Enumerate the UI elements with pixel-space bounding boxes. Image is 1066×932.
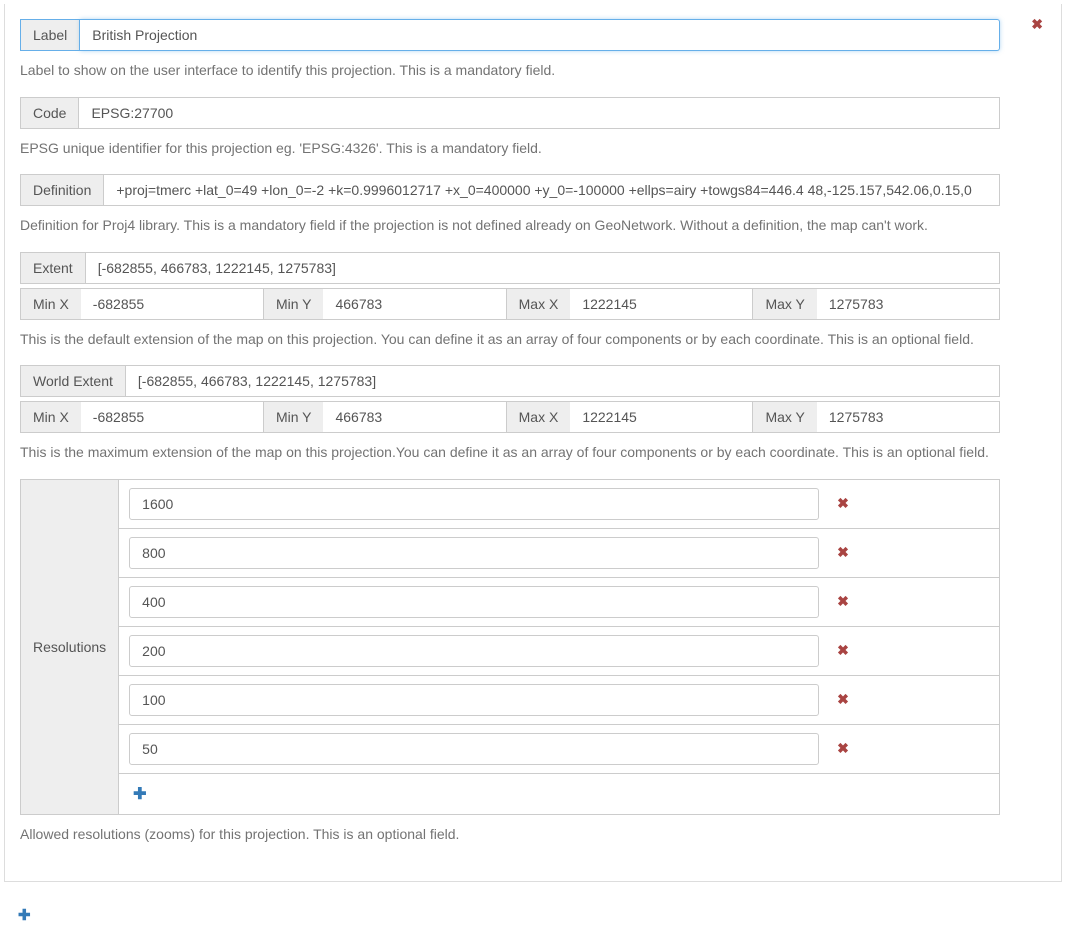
add-resolution-row: ✚ [119, 774, 919, 814]
resolution-row: ✖ [119, 676, 999, 725]
extent-minx-addon: Min X [20, 288, 81, 320]
world-extent-addon: World Extent [20, 365, 126, 397]
resolutions-help: Allowed resolutions (zooms) for this pro… [20, 825, 1000, 845]
remove-resolution-button[interactable]: ✖ [837, 495, 849, 512]
resolutions-addon: Resolutions [21, 480, 119, 814]
extent-maxy-addon: Max Y [753, 288, 816, 320]
resolution-row: ✖ [119, 578, 999, 627]
resolutions-rows: ✖ ✖ ✖ ✖ ✖ ✖ ✚ [119, 480, 999, 814]
extent-help: This is the default extension of the map… [20, 330, 1000, 350]
world-extent-miny-addon: Min Y [264, 401, 324, 433]
extent-group: Extent [20, 252, 1000, 284]
world-extent-maxy-input[interactable] [817, 401, 1000, 433]
add-projection-button[interactable]: ✚ [18, 907, 31, 924]
projection-panel: ✖ Label Label to show on the user interf… [4, 4, 1062, 882]
world-extent-minx-input[interactable] [81, 401, 264, 433]
remove-resolution-button[interactable]: ✖ [837, 593, 849, 610]
extent-maxy-input[interactable] [817, 288, 1000, 320]
code-addon: Code [20, 97, 79, 129]
extent-coords: Min X Min Y Max X Max Y [20, 288, 1000, 320]
world-extent-coords: Min X Min Y Max X Max Y [20, 401, 1000, 433]
remove-resolution-button[interactable]: ✖ [837, 642, 849, 659]
definition-addon: Definition [20, 174, 104, 206]
resolution-input[interactable] [129, 586, 819, 618]
world-extent-minx-addon: Min X [20, 401, 81, 433]
remove-projection-button[interactable]: ✖ [1031, 16, 1043, 33]
add-resolution-button[interactable]: ✚ [133, 784, 146, 804]
remove-resolution-button[interactable]: ✖ [837, 544, 849, 561]
extent-array-input[interactable] [86, 252, 1000, 284]
label-group: Label [20, 19, 1000, 51]
resolution-row: ✖ [119, 480, 999, 529]
extent-miny-input[interactable] [323, 288, 506, 320]
resolution-row: ✖ [119, 529, 999, 578]
resolution-input[interactable] [129, 488, 819, 520]
world-extent-group: World Extent [20, 365, 1000, 397]
world-extent-maxx-input[interactable] [570, 401, 753, 433]
resolution-input[interactable] [129, 537, 819, 569]
extent-miny-addon: Min Y [264, 288, 324, 320]
remove-resolution-button[interactable]: ✖ [837, 740, 849, 757]
world-extent-help: This is the maximum extension of the map… [20, 443, 1000, 463]
code-group: Code [20, 97, 1000, 129]
resolution-input[interactable] [129, 635, 819, 667]
resolution-row: ✖ [119, 627, 999, 676]
extent-maxx-input[interactable] [570, 288, 753, 320]
world-extent-maxy-addon: Max Y [753, 401, 816, 433]
extent-maxx-addon: Max X [507, 288, 571, 320]
remove-resolution-button[interactable]: ✖ [837, 691, 849, 708]
definition-group: Definition [20, 174, 1000, 206]
label-input[interactable] [80, 19, 1000, 51]
resolution-row: ✖ [119, 725, 999, 774]
code-input[interactable] [79, 97, 1000, 129]
extent-addon: Extent [20, 252, 86, 284]
label-help: Label to show on the user interface to i… [20, 61, 1000, 81]
world-extent-miny-input[interactable] [323, 401, 506, 433]
label-addon: Label [20, 19, 80, 51]
world-extent-array-input[interactable] [126, 365, 1000, 397]
code-help: EPSG unique identifier for this projecti… [20, 139, 1000, 159]
resolution-input[interactable] [129, 684, 819, 716]
resolutions-table: Resolutions ✖ ✖ ✖ ✖ ✖ ✖ ✚ [20, 479, 1000, 815]
world-extent-maxx-addon: Max X [507, 401, 571, 433]
definition-help: Definition for Proj4 library. This is a … [20, 216, 1000, 236]
extent-minx-input[interactable] [81, 288, 264, 320]
definition-input[interactable] [104, 174, 1000, 206]
resolution-input[interactable] [129, 733, 819, 765]
